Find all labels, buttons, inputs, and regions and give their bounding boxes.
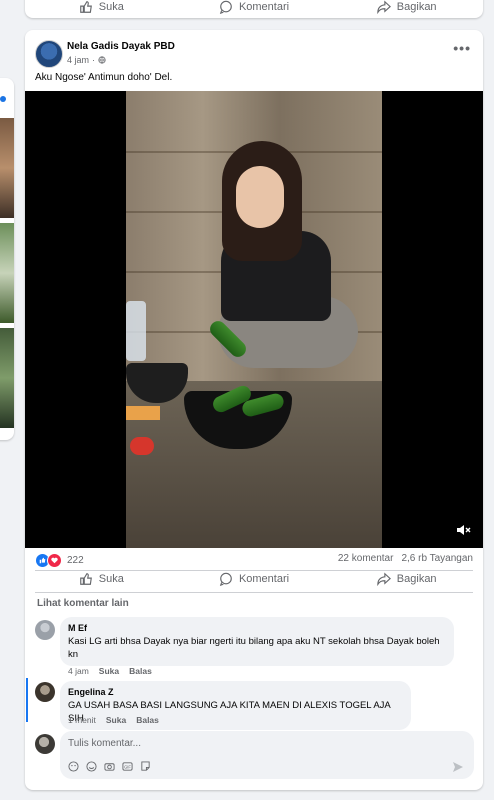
- previous-post-actions: Suka Komentari Bagikan: [25, 0, 483, 18]
- author-avatar[interactable]: [35, 40, 63, 68]
- like-label: Suka: [98, 573, 124, 585]
- comment-text: Kasi LG arti bhsa Dayak nya biar ngerti …: [68, 636, 440, 660]
- thumbs-up-icon: [79, 573, 92, 585]
- comment-like-button[interactable]: Suka: [106, 715, 126, 725]
- current-user-avatar[interactable]: [35, 734, 55, 754]
- like-label: Suka: [98, 1, 124, 13]
- share-button[interactable]: Bagikan: [330, 568, 483, 590]
- reaction-count: 222: [67, 555, 84, 566]
- comment-meta: 1 menit Suka Balas: [68, 715, 159, 725]
- thumbnail[interactable]: [0, 328, 14, 428]
- globe-icon: [98, 56, 106, 64]
- comment-input-box[interactable]: Tulis komentar... GIF: [60, 731, 474, 779]
- commenter-avatar[interactable]: [35, 620, 55, 640]
- comment-bubble: M Ef Kasi LG arti bhsa Dayak nya biar ng…: [60, 617, 454, 666]
- video-player[interactable]: [25, 91, 483, 548]
- comment-like-button[interactable]: Suka: [99, 666, 119, 676]
- comment-reply-button[interactable]: Balas: [129, 666, 152, 676]
- camera-icon[interactable]: [104, 761, 115, 772]
- reaction-summary[interactable]: 222: [35, 553, 84, 568]
- commenter-name[interactable]: M Ef: [68, 622, 446, 635]
- comment-tools: GIF: [68, 761, 151, 772]
- emoji-icon[interactable]: [86, 761, 97, 772]
- post-timestamp[interactable]: 4 jam ·: [67, 55, 106, 65]
- share-icon: [377, 572, 391, 586]
- comment-button[interactable]: Komentari: [178, 568, 331, 590]
- post-text: Aku Ngose' Antimun doho' Del.: [35, 72, 173, 83]
- author-name[interactable]: Nela Gadis Dayak PBD: [67, 41, 175, 52]
- avatar-sticker-icon[interactable]: [68, 761, 79, 772]
- mute-icon[interactable]: [455, 522, 471, 538]
- comment-label: Komentari: [238, 573, 290, 585]
- divider: [35, 592, 473, 593]
- love-reaction-icon: [47, 553, 62, 568]
- view-count: 2,6 rb Tayangan: [401, 553, 473, 564]
- share-icon: [377, 0, 391, 14]
- comment-time[interactable]: 1 menit: [68, 715, 96, 725]
- svg-text:GIF: GIF: [124, 764, 131, 769]
- thumbnail[interactable]: [0, 118, 14, 218]
- post-time-label: 4 jam: [67, 55, 90, 65]
- sticker-icon[interactable]: [140, 761, 151, 772]
- video-frame: [126, 91, 382, 548]
- comment-label: Komentari: [238, 1, 290, 13]
- share-button[interactable]: Bagikan: [330, 0, 483, 18]
- more-options-icon[interactable]: •••: [453, 40, 471, 56]
- comment-count[interactable]: 22 komentar: [338, 553, 394, 564]
- send-icon[interactable]: [452, 761, 464, 773]
- comment-meta: 4 jam Suka Balas: [68, 666, 152, 676]
- post-card: Nela Gadis Dayak PBD 4 jam · ••• Aku Ngo…: [25, 30, 483, 790]
- share-label: Bagikan: [396, 1, 437, 13]
- thumbnail[interactable]: [0, 223, 14, 323]
- comment-icon: [219, 0, 232, 14]
- thumbs-up-icon: [79, 1, 92, 13]
- comment-reply-button[interactable]: Balas: [136, 715, 159, 725]
- post-actions: Suka Komentari Bagikan: [25, 568, 483, 590]
- gif-icon[interactable]: GIF: [122, 761, 133, 772]
- like-button[interactable]: Suka: [25, 0, 178, 18]
- post-stats: 222 22 komentar 2,6 rb Tayangan: [35, 553, 473, 569]
- share-label: Bagikan: [396, 573, 437, 585]
- comment-input[interactable]: Tulis komentar...: [68, 738, 141, 749]
- comment-icon: [219, 572, 232, 586]
- like-button[interactable]: Suka: [25, 568, 178, 590]
- comment-time[interactable]: 4 jam: [68, 666, 89, 676]
- comment-button[interactable]: Komentari: [178, 0, 331, 18]
- side-feed-card: [0, 78, 14, 440]
- view-more-comments-link[interactable]: Lihat komentar lain: [37, 598, 129, 609]
- indicator-dot: [0, 96, 6, 102]
- commenter-avatar[interactable]: [35, 682, 55, 702]
- thread-line: [26, 678, 28, 722]
- commenter-name[interactable]: Engelina Z: [68, 686, 403, 699]
- previous-post-card: Suka Komentari Bagikan: [25, 0, 483, 18]
